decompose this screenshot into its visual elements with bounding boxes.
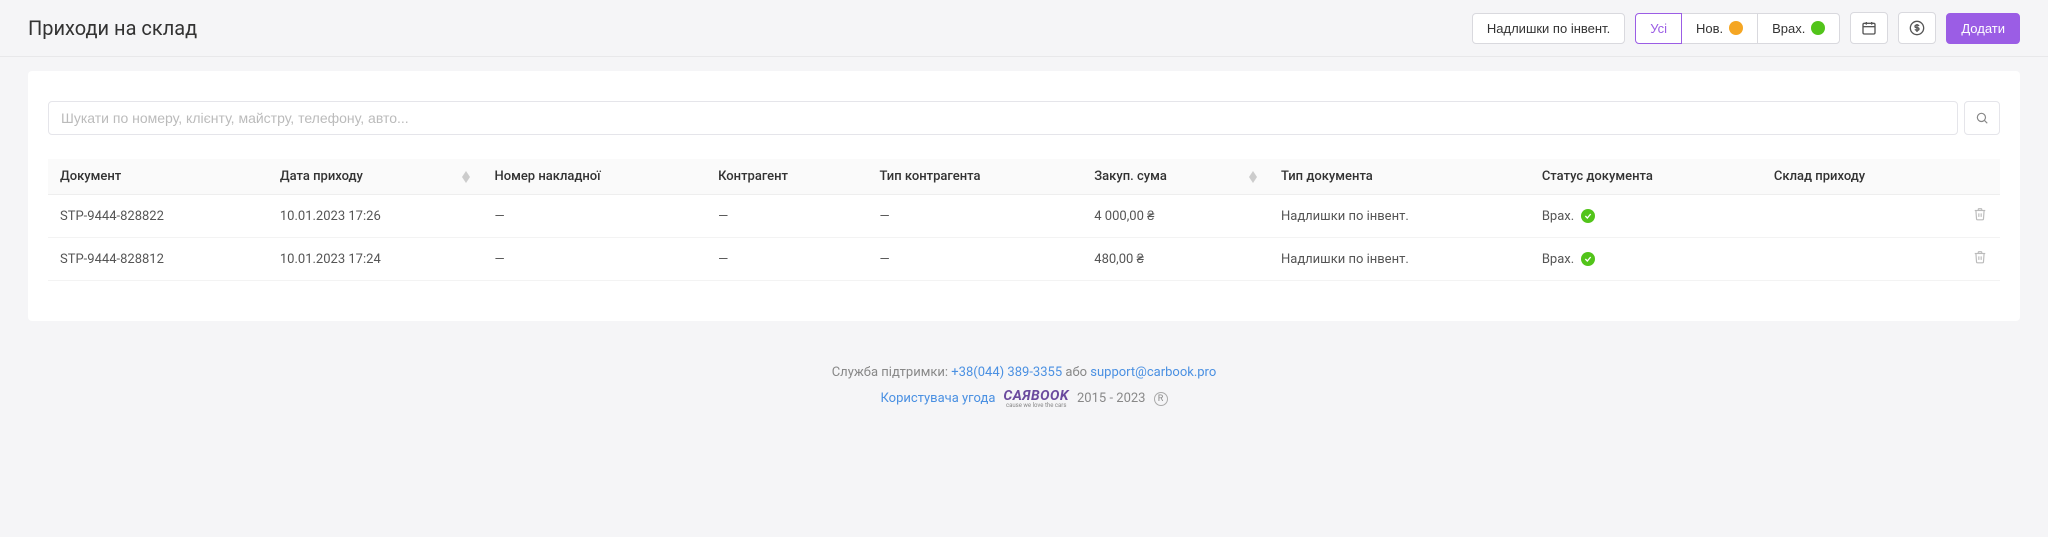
col-counterparty-type[interactable]: Тип контрагента bbox=[868, 159, 1083, 195]
footer-legal-line: Користувача угода CAЯBOOK cause we love … bbox=[0, 388, 2048, 409]
search-icon bbox=[1975, 111, 1989, 125]
col-invoice[interactable]: Номер накладної bbox=[482, 159, 706, 195]
cell-counterparty: — bbox=[706, 195, 867, 238]
delete-button[interactable] bbox=[1973, 210, 1987, 225]
cell-invoice: — bbox=[482, 238, 706, 281]
col-doc-type[interactable]: Тип документа bbox=[1269, 159, 1530, 195]
cell-actions bbox=[1960, 195, 2000, 238]
or-label: або bbox=[1065, 365, 1087, 380]
filter-accounted-label: Врах. bbox=[1772, 21, 1805, 36]
sort-icon bbox=[1249, 171, 1257, 183]
cell-date: 10.01.2023 17:24 bbox=[268, 238, 483, 281]
cell-purchase-sum: 480,00 ₴ bbox=[1082, 238, 1269, 281]
trash-icon bbox=[1973, 207, 1987, 221]
support-phone-link[interactable]: +38(044) 389-3355 bbox=[951, 365, 1062, 380]
search-button[interactable] bbox=[1964, 101, 2000, 135]
col-date[interactable]: Дата приходу bbox=[268, 159, 483, 195]
page-header: Приходи на склад Надлишки по інвент. Усі… bbox=[0, 0, 2048, 57]
filter-new-button[interactable]: Нов. bbox=[1681, 13, 1758, 44]
trash-icon bbox=[1973, 250, 1987, 264]
status-pending-icon bbox=[1729, 21, 1743, 35]
table-row[interactable]: STP-9444-828822 10.01.2023 17:26 — — — 4… bbox=[48, 195, 2000, 238]
filter-accounted-button[interactable]: Врах. bbox=[1757, 13, 1840, 44]
search-input[interactable] bbox=[48, 101, 1958, 135]
add-button[interactable]: Додати bbox=[1946, 13, 2020, 44]
status-accounted-icon bbox=[1811, 21, 1825, 35]
col-warehouse[interactable]: Склад приходу bbox=[1762, 159, 1960, 195]
cell-purchase-sum: 4 000,00 ₴ bbox=[1082, 195, 1269, 238]
footer-support-line: Служба підтримки: +38(044) 389-3355 або … bbox=[0, 365, 2048, 380]
user-agreement-link[interactable]: Користувача угода bbox=[880, 391, 995, 406]
cell-counterparty-type: — bbox=[868, 238, 1083, 281]
sort-icon bbox=[462, 171, 470, 183]
support-email-link[interactable]: support@carbook.pro bbox=[1090, 365, 1216, 380]
filter-new-label: Нов. bbox=[1696, 21, 1723, 36]
check-icon bbox=[1581, 252, 1595, 266]
cell-counterparty-type: — bbox=[868, 195, 1083, 238]
copyright-years: 2015 - 2023 bbox=[1077, 391, 1146, 406]
status-label: Врах. bbox=[1542, 209, 1574, 224]
table-header-row: Документ Дата приходу Номер накладної Ко… bbox=[48, 159, 2000, 195]
col-counterparty[interactable]: Контрагент bbox=[706, 159, 867, 195]
page-footer: Служба підтримки: +38(044) 389-3355 або … bbox=[0, 335, 2048, 449]
footer-logo: CAЯBOOK cause we love the cars bbox=[1003, 388, 1069, 409]
cell-invoice: — bbox=[482, 195, 706, 238]
cell-doc-type: Надлишки по інвент. bbox=[1269, 195, 1530, 238]
dollar-icon bbox=[1909, 20, 1925, 36]
page-title: Приходи на склад bbox=[28, 16, 197, 40]
logo-tagline: cause we love the cars bbox=[1003, 402, 1069, 409]
cell-document: STP-9444-828812 bbox=[48, 238, 268, 281]
header-controls: Надлишки по інвент. Усі Нов. Врах. Додат… bbox=[1472, 12, 2020, 44]
col-purchase-sum[interactable]: Закуп. сума bbox=[1082, 159, 1269, 195]
status-label: Врах. bbox=[1542, 252, 1574, 267]
delete-button[interactable] bbox=[1973, 253, 1987, 268]
calendar-button[interactable] bbox=[1850, 12, 1888, 44]
cell-warehouse bbox=[1762, 195, 1960, 238]
cell-doc-type: Надлишки по інвент. bbox=[1269, 238, 1530, 281]
col-document[interactable]: Документ bbox=[48, 159, 268, 195]
receipts-table: Документ Дата приходу Номер накладної Ко… bbox=[48, 159, 2000, 281]
status-filter-group: Усі Нов. Врах. bbox=[1635, 13, 1840, 44]
col-actions bbox=[1960, 159, 2000, 195]
cell-warehouse bbox=[1762, 238, 1960, 281]
cell-actions bbox=[1960, 238, 2000, 281]
cell-counterparty: — bbox=[706, 238, 867, 281]
calendar-icon bbox=[1861, 20, 1877, 36]
cell-date: 10.01.2023 17:26 bbox=[268, 195, 483, 238]
content-card: Документ Дата приходу Номер накладної Ко… bbox=[28, 71, 2020, 321]
filter-all-button[interactable]: Усі bbox=[1635, 13, 1682, 44]
cell-doc-status: Врах. bbox=[1530, 195, 1762, 238]
table-row[interactable]: STP-9444-828812 10.01.2023 17:24 — — — 4… bbox=[48, 238, 2000, 281]
cell-doc-status: Врах. bbox=[1530, 238, 1762, 281]
currency-button[interactable] bbox=[1898, 12, 1936, 44]
search-row bbox=[48, 101, 2000, 135]
cell-document: STP-9444-828822 bbox=[48, 195, 268, 238]
support-label: Служба підтримки: bbox=[832, 365, 948, 380]
col-date-label: Дата приходу bbox=[280, 169, 363, 184]
inventory-surplus-button[interactable]: Надлишки по інвент. bbox=[1472, 13, 1625, 44]
check-icon bbox=[1581, 209, 1595, 223]
col-doc-status[interactable]: Статус документа bbox=[1530, 159, 1762, 195]
registered-icon: R bbox=[1154, 392, 1168, 406]
col-purchase-sum-label: Закуп. сума bbox=[1094, 169, 1167, 184]
